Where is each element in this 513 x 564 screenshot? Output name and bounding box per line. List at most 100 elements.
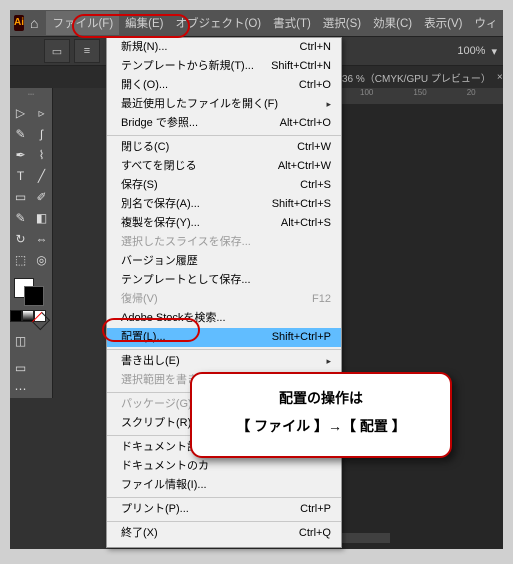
shape-builder-tool[interactable]: ◎ <box>31 249 52 270</box>
menu-item[interactable]: 配置(L)... Shift+Ctrl+P <box>107 328 341 347</box>
menu-item[interactable]: 新規(N)... Ctrl+N <box>107 38 341 57</box>
annotation-callout: 配置の操作は 【 ファイル 】→【 配置 】 <box>190 372 452 458</box>
line-tool[interactable]: ╱ <box>31 165 52 186</box>
menu-item-label: テンプレートとして保存... <box>121 273 251 288</box>
magic-wand-tool[interactable]: ✎ <box>10 123 31 144</box>
menu-item-label: すべてを閉じる <box>121 159 197 174</box>
menu-item-label: 配置(L)... <box>121 330 166 345</box>
menu-item-label: バージョン履歴 <box>121 254 198 269</box>
screen-mode[interactable]: ▭ <box>10 357 31 378</box>
color-mode-none[interactable] <box>34 310 46 322</box>
direct-selection-tool[interactable]: ▹ <box>31 102 52 123</box>
menu-item-shortcut: Ctrl+O <box>299 78 331 93</box>
menu-file[interactable]: ファイル(F) <box>46 11 119 35</box>
menu-item[interactable]: 保存(S) Ctrl+S <box>107 176 341 195</box>
menu-item[interactable]: 終了(X)Ctrl+Q <box>107 524 341 543</box>
shaper-tool[interactable]: ✎ <box>10 207 31 228</box>
menu-item[interactable]: テンプレートから新規(T)... Shift+Ctrl+N <box>107 57 341 76</box>
menu-item-label: 選択したスライスを保存... <box>121 235 251 250</box>
menu-item[interactable]: すべてを閉じる Alt+Ctrl+W <box>107 157 341 176</box>
zoom-level[interactable]: 100% <box>457 45 485 57</box>
menu-item[interactable]: 別名で保存(A)...Shift+Ctrl+S <box>107 195 341 214</box>
paintbrush-tool[interactable]: ✐ <box>31 186 52 207</box>
rotate-tool[interactable]: ↻ <box>10 228 31 249</box>
menu-item-label: 書き出し(E) <box>121 354 180 369</box>
menu-item[interactable]: 閉じる(C) Ctrl+W <box>107 138 341 157</box>
pen-tool[interactable]: ✒ <box>10 144 31 165</box>
menu-item-shortcut: Alt+Ctrl+W <box>278 159 331 174</box>
ctrl-btn-2[interactable]: ≡ <box>74 39 100 63</box>
menu-item: 選択したスライスを保存... <box>107 233 341 252</box>
ruler-tick: 100 <box>360 88 373 104</box>
menu-item[interactable]: ドキュメントのカ <box>107 457 341 476</box>
width-tool[interactable]: ⇔ <box>31 228 52 249</box>
file-menu-dropdown: 新規(N)... Ctrl+N テンプレートから新規(T)... Shift+Ctrl… <box>106 37 342 548</box>
menu-item-label: パッケージ(G)... <box>121 397 201 412</box>
menu-item-shortcut: Alt+Ctrl+O <box>280 116 331 131</box>
menu-item-label: 最近使用したファイルを開く(F) <box>121 97 278 112</box>
menu-item-shortcut: Shift+Ctrl+P <box>272 330 331 345</box>
eraser-tool[interactable]: ◧ <box>31 207 52 228</box>
zoom-dropdown-icon[interactable]: ▾ <box>491 45 497 58</box>
toolbar-grip: ┄ <box>28 88 35 102</box>
callout-line2: 【 ファイル 】→【 配置 】 <box>206 412 436 440</box>
menu-item-shortcut: F12 <box>312 292 331 307</box>
menu-item-label: Bridge で参照... <box>121 116 198 131</box>
menu-item-label: スクリプト(R) <box>121 416 191 431</box>
home-icon[interactable]: ⌂ <box>30 15 38 31</box>
menu-item[interactable]: ファイル情報(I)... <box>107 476 341 495</box>
menu-effect[interactable]: 効果(C) <box>367 11 418 35</box>
menu-item: 復帰(V)F12 <box>107 290 341 309</box>
menu-item-shortcut: Ctrl+W <box>297 140 331 155</box>
menu-object[interactable]: オブジェクト(O) <box>170 11 268 35</box>
menu-item-label: プリント(P)... <box>121 502 189 517</box>
edit-toolbar[interactable]: ⋯ <box>10 378 31 399</box>
curvature-tool[interactable]: ⌇ <box>31 144 52 165</box>
menu-type[interactable]: 書式(T) <box>267 11 317 35</box>
rectangle-tool[interactable]: ▭ <box>10 186 31 207</box>
menu-item-label: 保存(S) <box>121 178 158 193</box>
menu-item[interactable]: テンプレートとして保存... <box>107 271 341 290</box>
stroke-swatch[interactable] <box>24 286 44 306</box>
menu-item-label: 閉じる(C) <box>121 140 169 155</box>
selection-tool[interactable]: ▷ <box>10 102 31 123</box>
menu-view[interactable]: 表示(V) <box>418 11 468 35</box>
menu-item-label: ファイル情報(I)... <box>121 478 207 493</box>
draw-mode[interactable]: ◫ <box>10 330 31 351</box>
menu-select[interactable]: 選択(S) <box>317 11 367 35</box>
menu-item-label: 新規(N)... <box>121 40 167 55</box>
menu-item-shortcut: Ctrl+N <box>300 40 331 55</box>
menu-item-shortcut: Alt+Ctrl+S <box>281 216 331 231</box>
toolbar: ┄ ▷ ▹ ✎ ʃ ✒ ⌇ T ╱ ▭ ✐ ✎ ◧ ↻ ⇔ ⬚ <box>10 88 53 398</box>
menu-item-shortcut: Shift+Ctrl+N <box>271 59 331 74</box>
menu-item[interactable]: バージョン履歴 <box>107 252 341 271</box>
callout-line1: 配置の操作は <box>206 384 436 412</box>
menu-item-label: 開く(O)... <box>121 78 168 93</box>
submenu-arrow-icon <box>326 354 331 369</box>
menu-item-label: テンプレートから新規(T)... <box>121 59 254 74</box>
free-transform-tool[interactable]: ⬚ <box>10 249 31 270</box>
menu-item-shortcut: Ctrl+S <box>300 178 331 193</box>
menu-item[interactable]: Bridge で参照... Alt+Ctrl+O <box>107 114 341 133</box>
close-tab-icon[interactable]: × <box>497 72 503 83</box>
menu-item-shortcut: Ctrl+P <box>300 502 331 517</box>
menu-item[interactable]: 開く(O)... Ctrl+O <box>107 76 341 95</box>
menu-item[interactable]: 複製を保存(Y)...Alt+Ctrl+S <box>107 214 341 233</box>
submenu-arrow-icon <box>326 97 331 112</box>
app-logo: Ai <box>14 15 24 31</box>
type-tool[interactable]: T <box>10 165 31 186</box>
document-tab-label[interactable]: 36 %（CMYK/GPU プレビュー） <box>342 70 491 85</box>
menu-item[interactable]: プリント(P)... Ctrl+P <box>107 500 341 519</box>
color-mode-solid[interactable] <box>10 310 22 322</box>
lasso-tool[interactable]: ʃ <box>31 123 52 144</box>
menu-item[interactable]: 最近使用したファイルを開く(F) <box>107 95 341 114</box>
menu-item[interactable]: Adobe Stockを検索... <box>107 309 341 328</box>
menu-item[interactable]: 書き出し(E) <box>107 352 341 371</box>
menu-item-label: Adobe Stockを検索... <box>121 311 226 326</box>
ruler-horizontal: 100 150 20 <box>340 88 503 105</box>
menu-edit[interactable]: 編集(E) <box>119 11 169 35</box>
ctrl-btn-1[interactable]: ▭ <box>44 39 70 63</box>
menu-item-label: 別名で保存(A)... <box>121 197 200 212</box>
menu-wi[interactable]: ウィ <box>468 11 503 35</box>
canvas[interactable] <box>340 104 503 549</box>
